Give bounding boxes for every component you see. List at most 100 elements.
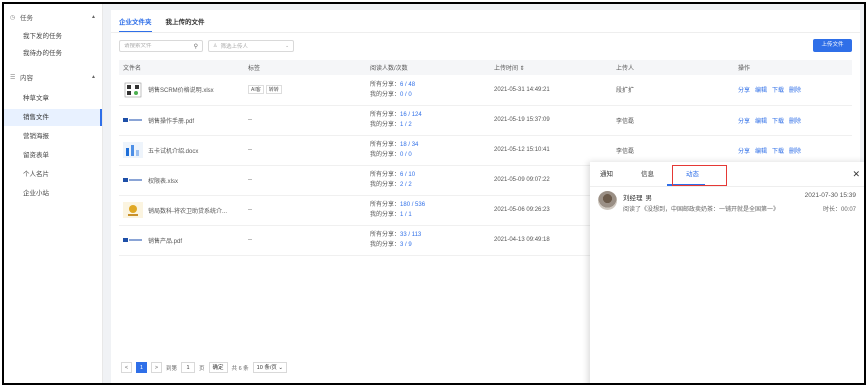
tab-messages[interactable]: 信息: [641, 168, 654, 178]
goto-label: 到第: [166, 365, 178, 372]
tab-company-folder[interactable]: 企业文件夹: [119, 16, 152, 33]
search-icon[interactable]: ⚲: [194, 43, 198, 50]
share-mine-count[interactable]: 0 / 0: [400, 92, 412, 98]
upload-file-button[interactable]: 上传文件: [813, 39, 852, 52]
next-page-button[interactable]: >: [151, 362, 162, 373]
download-link[interactable]: 下载: [772, 119, 784, 125]
tags-cell: --: [244, 135, 366, 166]
sidebar-group-tasks[interactable]: ◷ 任务 ▲: [4, 6, 102, 28]
share-all-count[interactable]: 18 / 34: [400, 142, 418, 148]
uploader-filter-select[interactable]: ♙ 筛选上传人 ⌄: [208, 40, 294, 52]
chevron-down-icon: ⌄: [278, 365, 283, 371]
share-mine-count[interactable]: 1 / 1: [400, 212, 412, 218]
tag-empty: --: [248, 237, 252, 243]
share-all-count[interactable]: 16 / 124: [400, 112, 422, 118]
delete-link[interactable]: 删除: [789, 119, 801, 125]
sidebar-item-forms[interactable]: 留资表单: [4, 147, 102, 164]
page-button-current[interactable]: 1: [136, 362, 147, 373]
activity-time: 2021-07-30 15:39: [804, 192, 856, 199]
share-link[interactable]: 分享: [738, 119, 750, 125]
tags-cell: --: [244, 195, 366, 226]
page-unit-label: 页: [199, 365, 205, 372]
panel-divider: [590, 186, 864, 187]
share-all-label: 所有分享：: [370, 202, 401, 208]
file-name-link[interactable]: 销局数科-将农卫助贷系统介...: [148, 206, 227, 215]
share-all-count[interactable]: 6 / 48: [400, 82, 415, 88]
activity-item[interactable]: 刘经理男 阅读了《没想到，中国邮政卖奶茶：一铺开就是全国第一》 2021-07-…: [598, 191, 860, 217]
column-header-reads[interactable]: 阅读人数/次数: [366, 60, 490, 75]
uploader-cell: 段扩扩: [612, 75, 734, 106]
tab-my-uploads[interactable]: 我上传的文件: [166, 16, 205, 33]
share-all: 所有分享：16 / 124: [370, 110, 486, 120]
file-name-link[interactable]: 销售操作手册.pdf: [148, 116, 194, 125]
close-icon[interactable]: ✕: [852, 169, 860, 180]
avatar: [598, 191, 617, 210]
sidebar-item-my-issued-tasks[interactable]: 我下发的任务: [4, 28, 102, 45]
share-all-count[interactable]: 180 / 536: [400, 202, 425, 208]
page-size-select[interactable]: 10 条/页 ⌄: [252, 362, 287, 373]
file-name-link[interactable]: 销售产品.pdf: [148, 236, 182, 245]
share-link[interactable]: 分享: [738, 88, 750, 94]
sidebar-item-business-card[interactable]: 个人名片: [4, 166, 102, 183]
share-mine: 我的分享：3 / 9: [370, 240, 486, 250]
column-header-filename: 文件名: [119, 60, 244, 75]
sidebar-item-articles[interactable]: 种草文章: [4, 90, 102, 107]
share-all-label: 所有分享：: [370, 172, 401, 178]
uploader-filter-placeholder: 筛选上传人: [220, 44, 248, 50]
share-mine-count[interactable]: 0 / 0: [400, 152, 412, 158]
share-mine: 我的分享：1 / 2: [370, 120, 486, 130]
share-mine: 我的分享：0 / 0: [370, 90, 486, 100]
caret-up-icon: ▲: [91, 74, 96, 80]
share-mine: 我的分享：2 / 2: [370, 180, 486, 190]
reads-cell: 所有分享：6 / 48 我的分享：0 / 0: [366, 75, 490, 106]
column-header-upload-time[interactable]: 上传时间 ⇕: [490, 60, 612, 75]
edit-link[interactable]: 编辑: [755, 119, 767, 125]
chart-thumb: [123, 142, 143, 158]
edit-link[interactable]: 编辑: [755, 149, 767, 155]
file-name-link[interactable]: 五卡试机介绍.docx: [148, 146, 198, 155]
caret-up-icon: ▲: [91, 14, 96, 20]
share-all: 所有分享：33 / 113: [370, 230, 486, 240]
filename-cell: 销售产品.pdf: [119, 225, 244, 256]
reads-cell: 所有分享：18 / 34 我的分享：0 / 0: [366, 135, 490, 166]
tag-empty: --: [248, 147, 252, 153]
activity-user-gender: 男: [645, 195, 653, 202]
sidebar-item-sales-files[interactable]: 销售文件: [4, 109, 102, 126]
goto-confirm-button[interactable]: 确定: [208, 362, 228, 373]
tags-cell: --: [244, 105, 366, 136]
filename-cell: 权限表.xlsx: [119, 165, 244, 196]
tab-notifications[interactable]: 通知: [600, 168, 613, 178]
sidebar: ◷ 任务 ▲ 我下发的任务 我待办的任务 ☰ 内容 ▲ 种草文章 销售文件 营销…: [4, 4, 103, 383]
delete-link[interactable]: 删除: [789, 88, 801, 94]
logo-thumb: [123, 202, 143, 218]
delete-link[interactable]: 删除: [789, 149, 801, 155]
sidebar-item-my-todo-tasks[interactable]: 我待办的任务: [4, 45, 102, 62]
download-link[interactable]: 下载: [772, 149, 784, 155]
share-mine-label: 我的分享：: [370, 212, 401, 218]
search-input[interactable]: [124, 43, 190, 49]
prev-page-button[interactable]: <: [121, 362, 132, 373]
file-name-link[interactable]: 销售SCRM价格说明.xlsx: [148, 85, 214, 94]
user-icon: ♙: [213, 43, 218, 49]
share-mine-count[interactable]: 1 / 2: [400, 122, 412, 128]
sidebar-group-content[interactable]: ☰ 内容 ▲: [4, 66, 102, 88]
share-mine-count[interactable]: 2 / 2: [400, 182, 412, 188]
pagination: < 1 > 到第 1 页 确定 共 6 条 10 条/页 ⌄: [121, 362, 287, 373]
edit-link[interactable]: 编辑: [755, 88, 767, 94]
share-all-count[interactable]: 33 / 113: [400, 232, 421, 238]
activity-user-name: 刘经理: [623, 195, 643, 202]
share-mine-count[interactable]: 3 / 9: [400, 242, 412, 248]
share-all-count[interactable]: 6 / 10: [400, 172, 415, 178]
goto-page-input[interactable]: 1: [181, 362, 196, 373]
actions-cell: 分享编辑下载删除: [734, 135, 852, 166]
file-name-link[interactable]: 权限表.xlsx: [148, 176, 178, 185]
scrollbar-thumb[interactable]: [865, 262, 866, 288]
download-link[interactable]: 下载: [772, 88, 784, 94]
sidebar-item-site[interactable]: 企业小站: [4, 185, 102, 202]
banner-thumb: [123, 112, 143, 128]
share-all: 所有分享：6 / 48: [370, 80, 486, 90]
sidebar-item-posters[interactable]: 营销海报: [4, 128, 102, 145]
activity-panel: 通知 信息 动态 ✕ 刘经理男 阅读了《没想到，中国邮政卖奶茶：一铺开就是全国第…: [590, 162, 864, 383]
share-link[interactable]: 分享: [738, 149, 750, 155]
activity-duration: 时长：00:07: [822, 207, 856, 213]
